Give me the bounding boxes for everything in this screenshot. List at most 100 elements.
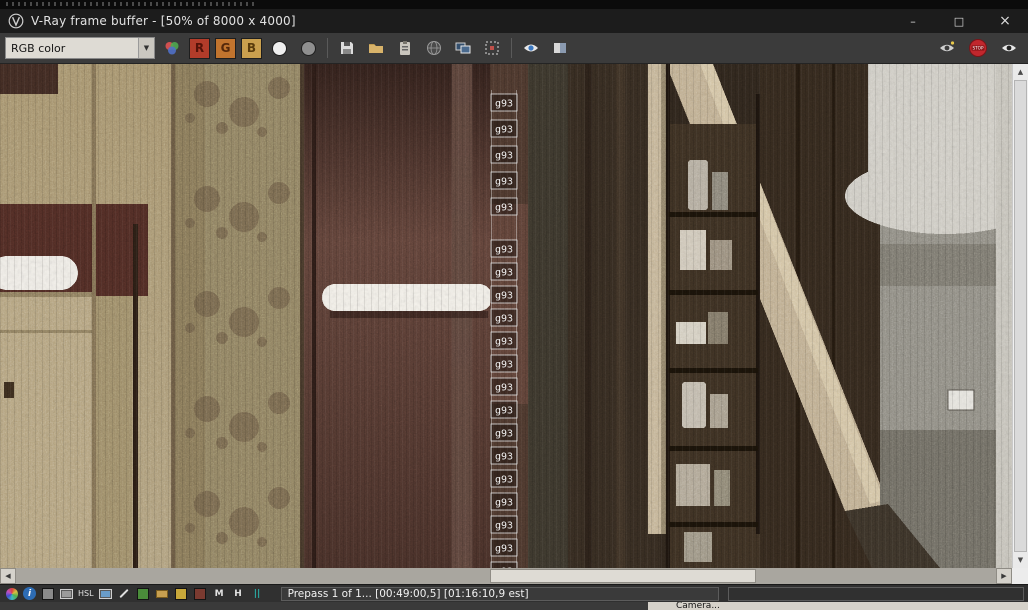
minimize-button[interactable]: – [890,9,936,33]
titlebar: V-Ray frame buffer - [50% of 8000 x 4000… [0,9,1028,33]
bucket-label: g93 [495,452,513,463]
horizontal-scrollbar[interactable]: ◀ ▶ [0,568,1028,584]
alpha-button[interactable] [296,36,320,60]
info-icon[interactable]: i [23,587,36,600]
letter-m-icon[interactable]: M [212,587,227,601]
stop-render-button[interactable]: STOP [966,36,990,60]
bucket-label: g93 [495,203,513,214]
bucket-label: g93 [495,429,513,440]
stop-icon: STOP [969,39,987,57]
render-region-button[interactable] [480,36,504,60]
vertical-scroll-thumb[interactable] [1014,80,1027,552]
copy-to-clipboard-button[interactable] [393,36,417,60]
window-title: V-Ray frame buffer - [50% of 8000 x 4000… [31,14,296,28]
render-button[interactable] [997,36,1021,60]
monitor-glyph [60,588,73,599]
color-channels-button[interactable] [160,36,184,60]
camera-label: Camera... [676,602,720,610]
monitor-blue-glyph [98,588,112,599]
yellow-swatch-glyph [175,587,188,600]
render-progress-status: Prepass 1 of 1... [00:49:00,5] [01:16:10… [280,586,719,601]
yellow-swatch-icon[interactable] [174,587,189,601]
render-image: g93 g93 g93 g93 g93 g93 g93 g93 g93 g93 g93 g93 g93 g… [0,64,1012,568]
window-controls: – □ × [890,9,1028,33]
eye-icon [1002,44,1016,52]
bucket-label: g93 [495,498,513,509]
bucket-label: g93 [495,383,513,394]
bucket-label: g93 [495,151,513,162]
horizontal-scroll-thumb[interactable] [490,569,756,583]
bucket-label: g93 [495,291,513,302]
maximize-button[interactable]: □ [936,9,982,33]
background-window-strip [0,0,1028,9]
floppy-icon [341,42,353,54]
maroon-swatch-glyph [194,587,207,600]
bucket-label: g93 [495,245,513,256]
letter-h-icon[interactable]: H [231,587,246,601]
render-last-button[interactable] [935,36,959,60]
folder-glyph [156,589,169,598]
track-mouse-button[interactable] [422,36,446,60]
maroon-swatch-icon[interactable] [193,587,208,601]
toolbar-separator [511,38,512,58]
green-channel-button[interactable]: G [215,37,236,59]
color-wheel-glyph [5,587,18,600]
color-wheel-icon[interactable] [4,587,19,601]
bucket-label: g93 [495,521,513,532]
gray-swatch-glyph [41,587,54,600]
green-swatch-icon[interactable] [136,587,151,601]
channel-select-value: RGB color [11,41,66,55]
toolbar: RGB color ▼ R G B STOP [0,33,1028,64]
monitor-icon[interactable] [59,587,74,601]
pause-icon[interactable]: || [250,587,265,601]
color-clamp-button[interactable] [519,36,543,60]
statusbar-right-panel [727,586,1024,601]
bucket-label: g93 [495,406,513,417]
bucket-label: g93 [495,99,513,110]
statusbar: i HSL M H || Prepass 1 of 1... [00:49:00… [0,584,1028,602]
dual-monitors-icon [455,42,471,54]
hsl-button[interactable]: HSL [78,587,94,601]
green-swatch-glyph [137,587,150,600]
bucket-label: g93 [495,475,513,486]
region-icon [485,41,499,55]
bucket-label: g93 [495,337,513,348]
monochromatic-button[interactable] [267,36,291,60]
bucket-label: g93 [495,544,513,555]
monitor-blue-icon[interactable] [98,587,113,601]
scroll-right-button[interactable]: ▶ [996,568,1012,584]
clipboard-icon [400,41,410,55]
bucket-label: g93 [495,177,513,188]
background-app-fragment: Camera... [648,602,1028,610]
scroll-left-button[interactable]: ◀ [0,568,16,584]
save-image-button[interactable] [335,36,359,60]
close-button[interactable]: × [982,9,1028,33]
red-channel-button[interactable]: R [189,37,210,59]
load-image-button[interactable] [364,36,388,60]
scroll-down-button[interactable]: ▼ [1013,552,1028,568]
pencil-icon[interactable] [117,587,132,601]
gray-circle-icon [300,40,316,56]
eye-star-icon [940,41,955,52]
bucket-label: g93 [495,360,513,371]
pencil-glyph [119,588,129,599]
bucket-label: g93 [495,125,513,136]
vertical-scrollbar[interactable]: ▲ ▼ [1012,64,1028,568]
pixel-info-button[interactable] [548,36,572,60]
scroll-up-button[interactable]: ▲ [1013,64,1028,80]
blue-channel-button[interactable]: B [241,37,262,59]
scrollbar-corner [1012,568,1028,584]
render-viewport[interactable]: g93 g93 g93 g93 g93 g93 g93 g93 g93 g93 g93 g93 g93 g… [0,64,1028,568]
bottom-edge-strip: Camera... [0,602,1028,610]
duplicate-to-host-button[interactable] [451,36,475,60]
vray-frame-buffer-window: V-Ray frame buffer - [50% of 8000 x 4000… [0,0,1028,610]
globe-icon [427,41,441,55]
folder-icon[interactable] [155,587,170,601]
bucket-label: g93 [495,314,513,325]
toolbar-right-group: STOP [935,36,1023,60]
gray-swatch-icon[interactable] [40,587,55,601]
white-circle-icon [271,40,287,56]
folder-icon [369,44,383,53]
chevron-down-icon: ▼ [138,38,154,58]
channel-select[interactable]: RGB color ▼ [5,37,155,59]
